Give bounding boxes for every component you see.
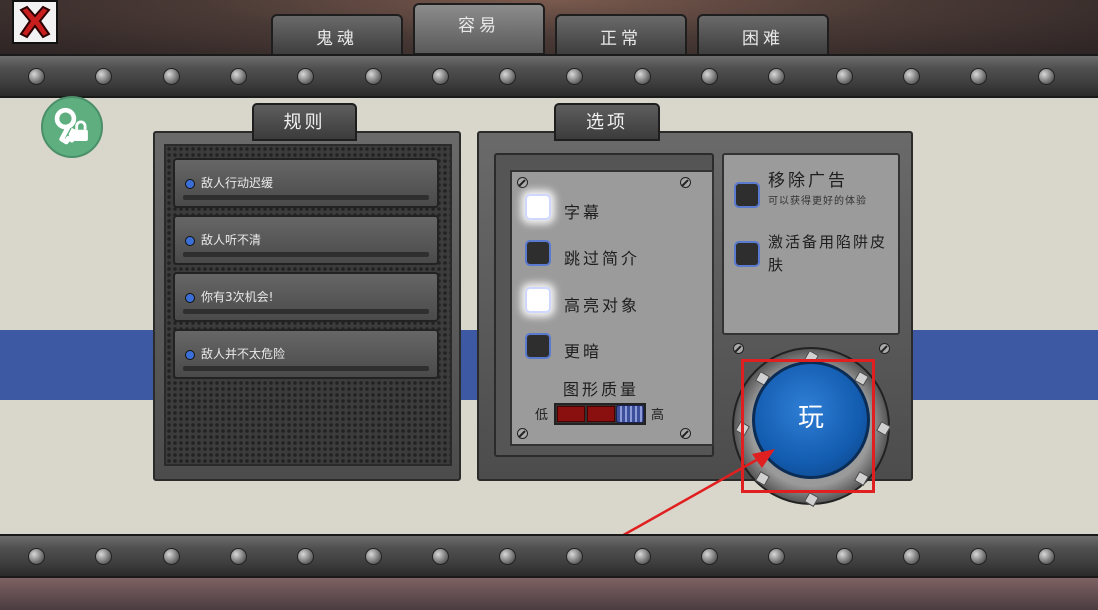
rivet-icon bbox=[499, 548, 517, 565]
graphics-quality-label: 图形质量 bbox=[563, 380, 640, 399]
tab-easy[interactable]: 容易 bbox=[413, 3, 545, 55]
rivet-icon bbox=[835, 68, 853, 85]
rivet-icon bbox=[970, 548, 988, 565]
label-backup-skin: 激活备用陷阱皮肤 bbox=[768, 233, 888, 274]
rivet-icon bbox=[1037, 548, 1055, 565]
rivet-icon bbox=[902, 548, 920, 565]
close-x-icon bbox=[19, 5, 51, 39]
options-title: 选项 bbox=[554, 103, 660, 141]
rivet-icon bbox=[633, 68, 651, 85]
rivet-icon bbox=[95, 68, 113, 85]
rivet-icon bbox=[162, 68, 180, 85]
rules-title: 规则 bbox=[252, 103, 357, 141]
tab-normal[interactable]: 正常 bbox=[555, 14, 687, 56]
rule-item: 敌人并不太危险 bbox=[173, 329, 439, 379]
rivet-icon bbox=[28, 548, 45, 565]
graphics-quality-slider[interactable] bbox=[554, 403, 646, 425]
label-darker: 更暗 bbox=[564, 342, 603, 361]
remove-ads-subtitle: 可以获得更好的体验 bbox=[768, 196, 867, 207]
background-top bbox=[0, 0, 1098, 60]
rivet-icon bbox=[431, 548, 449, 565]
quality-low-label: 低 bbox=[535, 408, 549, 423]
rivet-icon bbox=[566, 548, 584, 565]
rivet-icon bbox=[162, 548, 180, 565]
rule-text: 你有3次机会! bbox=[201, 290, 274, 304]
pointer-arrow bbox=[619, 449, 775, 539]
rule-text: 敌人行动迟缓 bbox=[201, 176, 274, 190]
tab-hard[interactable]: 困难 bbox=[697, 14, 829, 56]
tab-ghost[interactable]: 鬼魂 bbox=[271, 14, 403, 56]
rivet-icon bbox=[768, 548, 786, 565]
rule-item: 你有3次机会! bbox=[173, 272, 439, 322]
rivet-icon bbox=[229, 548, 247, 565]
checkbox-skip-intro[interactable] bbox=[525, 240, 551, 266]
rivet-icon bbox=[364, 68, 382, 85]
screw-icon bbox=[879, 343, 890, 354]
quality-segment bbox=[587, 406, 615, 422]
rivet-icon bbox=[701, 548, 718, 565]
screw-icon bbox=[517, 177, 528, 188]
rivet-icon bbox=[768, 68, 786, 85]
rivet-icon bbox=[431, 68, 449, 85]
close-button[interactable] bbox=[12, 0, 58, 44]
rule-item: 敌人听不清 bbox=[173, 215, 439, 265]
label-subtitles: 字幕 bbox=[564, 203, 603, 222]
rivet-icon bbox=[701, 68, 718, 85]
quality-slider-knob[interactable] bbox=[616, 405, 644, 423]
quality-high-label: 高 bbox=[651, 408, 665, 423]
checkbox-subtitles[interactable] bbox=[525, 194, 551, 220]
checkbox-highlight-objects[interactable] bbox=[525, 287, 551, 313]
label-skip-intro: 跳过简介 bbox=[564, 249, 641, 268]
top-rail bbox=[0, 54, 1098, 98]
rivet-icon bbox=[566, 68, 584, 85]
rivet-icon bbox=[835, 548, 853, 565]
checkbox-backup-skin[interactable] bbox=[734, 241, 760, 267]
rule-text: 敌人听不清 bbox=[201, 233, 262, 247]
quality-segment bbox=[557, 406, 585, 422]
rivet-icon bbox=[28, 68, 45, 85]
rivet-icon bbox=[229, 68, 247, 85]
bottom-rail bbox=[0, 534, 1098, 578]
rivet-icon bbox=[364, 548, 382, 565]
rule-item: 敌人行动迟缓 bbox=[173, 158, 439, 208]
rivet-icon bbox=[633, 548, 651, 565]
rivet-icon bbox=[902, 68, 920, 85]
label-remove-ads: 移除广告 bbox=[768, 171, 848, 191]
rivet-icon bbox=[1037, 68, 1055, 85]
rivet-icon bbox=[499, 68, 517, 85]
rivet-icon bbox=[95, 548, 113, 565]
rule-text: 敌人并不太危险 bbox=[201, 347, 286, 361]
screw-icon bbox=[517, 428, 528, 439]
rivet-icon bbox=[297, 548, 315, 565]
screw-icon bbox=[680, 177, 691, 188]
checkbox-remove-ads[interactable] bbox=[734, 182, 760, 208]
screw-icon bbox=[733, 343, 744, 354]
label-highlight-objects: 高亮对象 bbox=[564, 296, 641, 315]
checkbox-darker[interactable] bbox=[525, 333, 551, 359]
rivet-icon bbox=[970, 68, 988, 85]
rivet-icon bbox=[297, 68, 315, 85]
key-lock-icon[interactable] bbox=[41, 96, 103, 158]
